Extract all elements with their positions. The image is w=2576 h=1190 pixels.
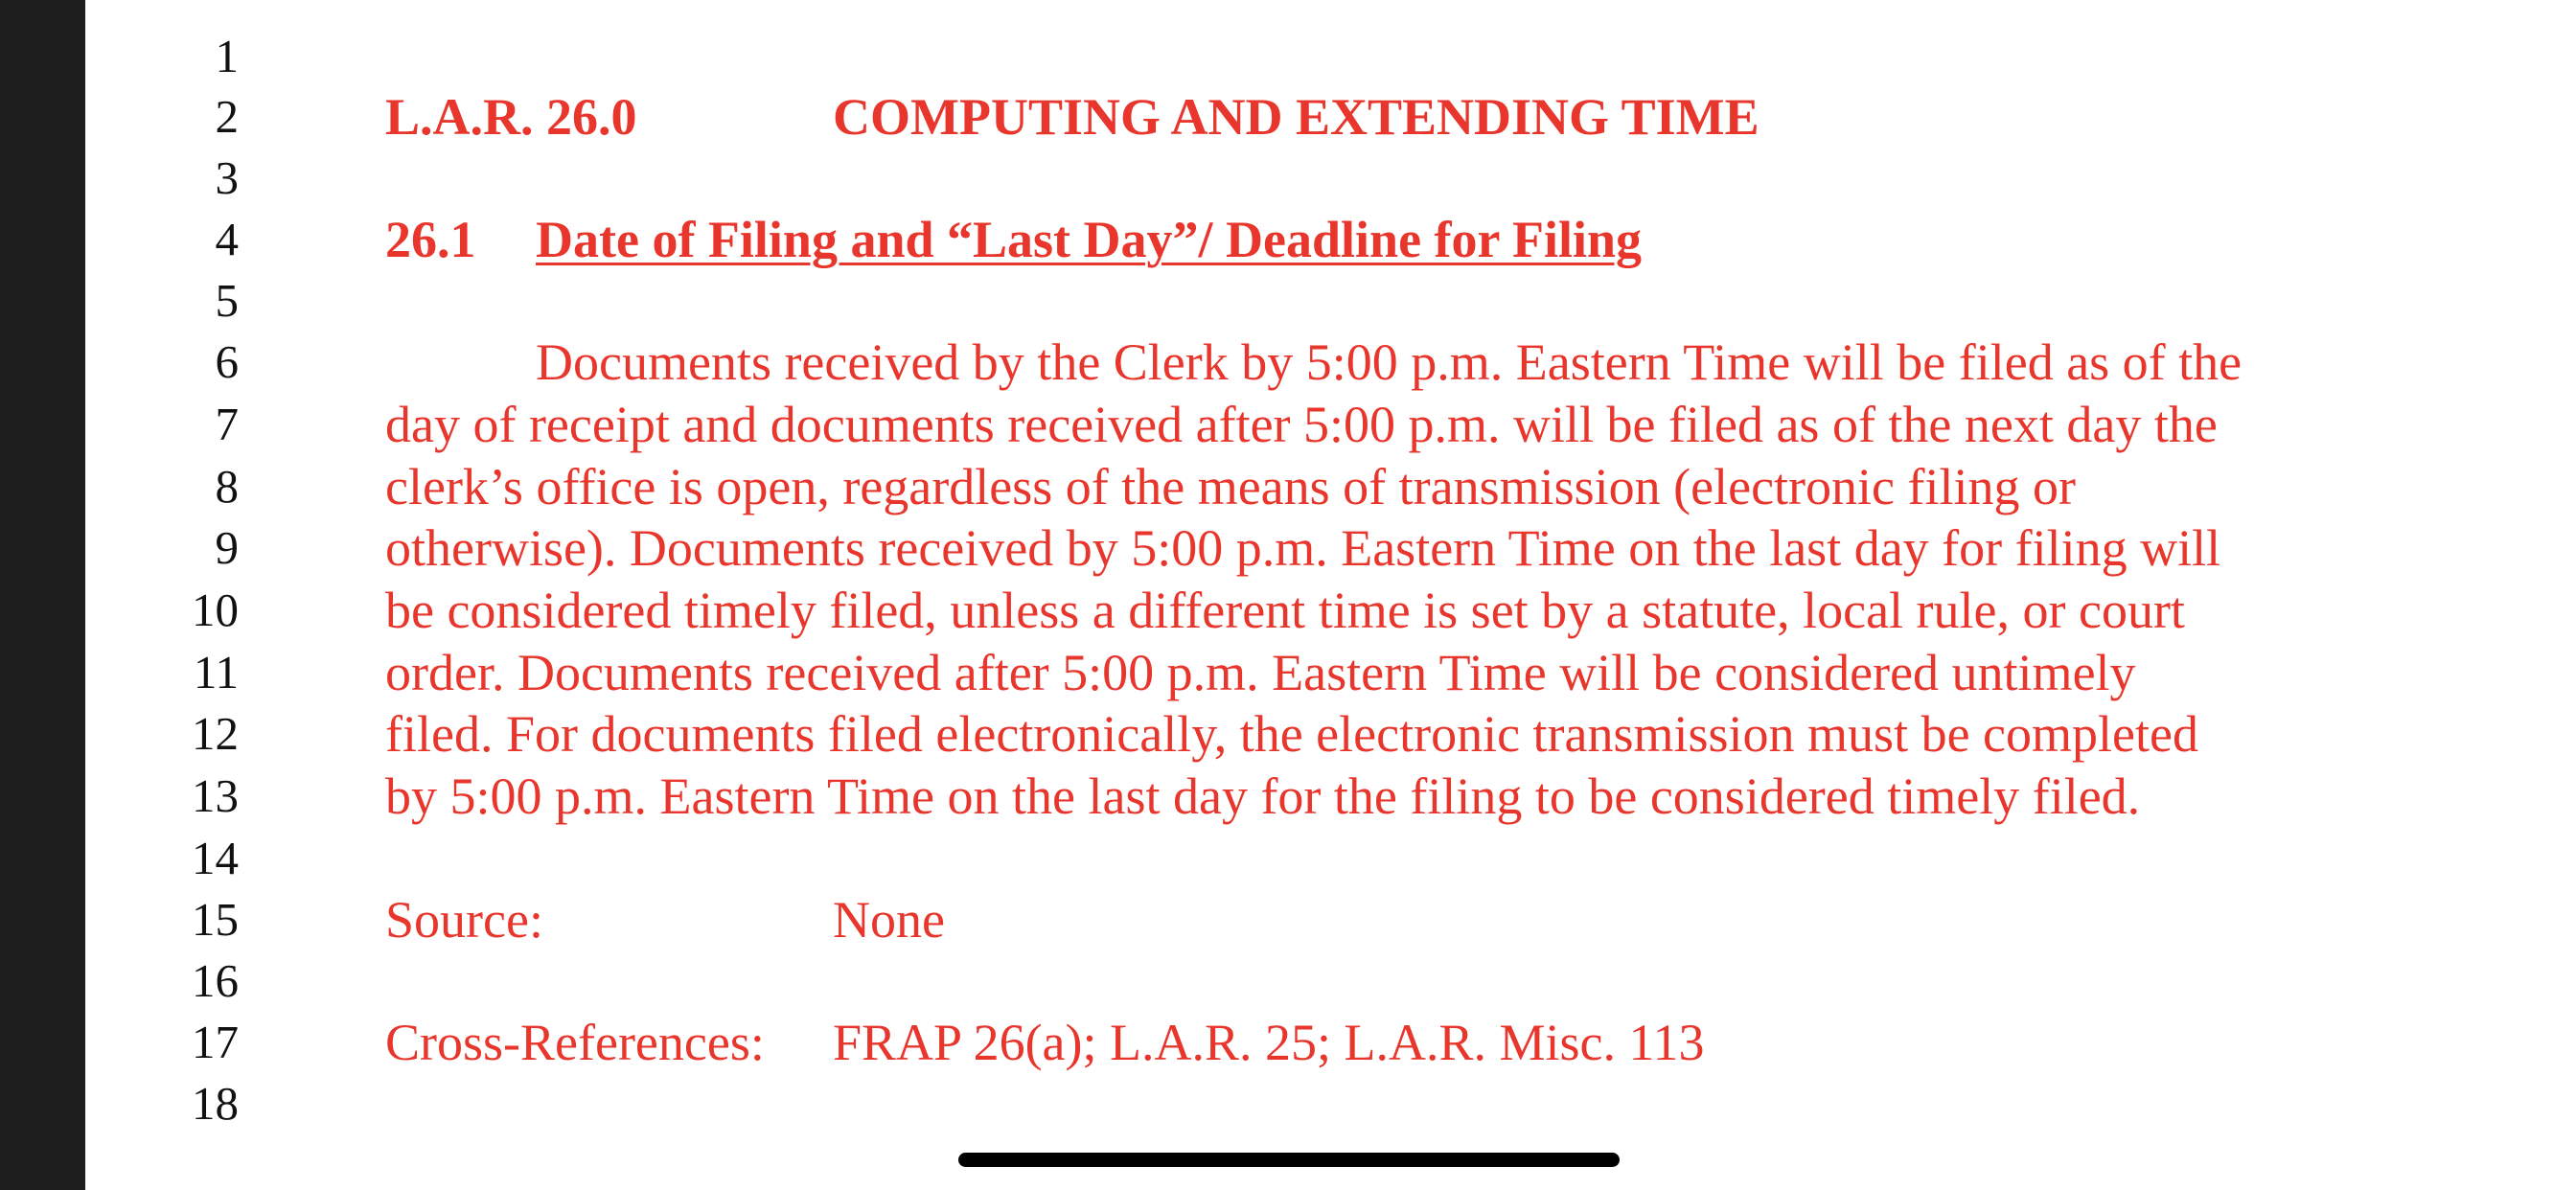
line-number: 1 [215, 30, 240, 82]
document-line: 18 [85, 1073, 2576, 1134]
source-label: Source: [385, 891, 543, 949]
document-line: 5 [85, 270, 2576, 332]
rule-title: COMPUTING AND EXTENDING TIME [833, 88, 1760, 146]
line-number: 11 [193, 646, 239, 698]
document-line: 10 be considered timely filed, unless a … [85, 580, 2576, 641]
document-line: 12 filed. For documents filed electronic… [85, 703, 2576, 765]
document-line: 11 order. Documents received after 5:00 … [85, 642, 2576, 703]
screen: 1 2 L.A.R. 26.0 COMPUTING AND EXTENDING … [0, 0, 2576, 1190]
line-number: 5 [215, 274, 240, 327]
body-text-line: day of receipt and documents received af… [385, 396, 2218, 453]
body-text-line: clerk’s office is open, regardless of th… [385, 458, 2076, 515]
body-text-line: otherwise). Documents received by 5:00 p… [385, 519, 2221, 577]
source-value: None [833, 891, 945, 949]
rule-number: L.A.R. 26.0 [385, 88, 637, 146]
document-line: 8 clerk’s office is open, regardless of … [85, 456, 2576, 517]
line-number: 3 [215, 151, 240, 204]
body-text-line: Documents received by the Clerk by 5:00 … [536, 333, 2242, 391]
line-number: 15 [192, 893, 239, 946]
line-number: 7 [215, 398, 240, 450]
body-text-line: by 5:00 p.m. Eastern Time on the last da… [385, 767, 2141, 825]
section-number: 26.1 [385, 211, 476, 268]
document-line: 17 Cross-References: FRAP 26(a); L.A.R. … [85, 1012, 2576, 1073]
line-number: 2 [215, 90, 240, 143]
document-line: 14 [85, 828, 2576, 889]
document-line: 6 Documents received by the Clerk by 5:0… [85, 332, 2576, 393]
line-number: 12 [192, 707, 239, 760]
document-line: 1 [85, 26, 2576, 87]
line-number: 17 [192, 1016, 239, 1068]
document-line: 3 [85, 148, 2576, 209]
home-indicator[interactable] [958, 1153, 1620, 1167]
left-edge [0, 0, 85, 1190]
document-line: 9 otherwise). Documents received by 5:00… [85, 517, 2576, 579]
body-text-line: order. Documents received after 5:00 p.m… [385, 644, 2136, 701]
document-line: 15 Source: None [85, 889, 2576, 950]
line-number: 6 [215, 335, 240, 388]
line-number: 9 [215, 521, 240, 574]
line-number: 8 [215, 460, 240, 513]
document-line: 7 day of receipt and documents received … [85, 394, 2576, 455]
cross-references-value: FRAP 26(a); L.A.R. 25; L.A.R. Misc. 113 [833, 1014, 1705, 1071]
line-number: 18 [192, 1077, 239, 1130]
document-line: 16 [85, 950, 2576, 1012]
section-title: Date of Filing and “Last Day”/ Deadline … [536, 211, 1643, 268]
line-number: 13 [192, 769, 239, 822]
line-number: 16 [192, 954, 239, 1007]
document-line: 13 by 5:00 p.m. Eastern Time on the last… [85, 766, 2576, 827]
document-line: 4 26.1 Date of Filing and “Last Day”/ De… [85, 209, 2576, 270]
line-number: 4 [215, 213, 240, 265]
document-line: 2 L.A.R. 26.0 COMPUTING AND EXTENDING TI… [85, 86, 2576, 148]
cross-references-label: Cross-References: [385, 1014, 765, 1071]
line-number: 14 [192, 832, 239, 884]
line-number: 10 [192, 584, 239, 636]
body-text-line: filed. For documents filed electronicall… [385, 705, 2198, 763]
body-text-line: be considered timely filed, unless a dif… [385, 582, 2185, 639]
document-page[interactable]: 1 2 L.A.R. 26.0 COMPUTING AND EXTENDING … [85, 0, 2576, 1190]
